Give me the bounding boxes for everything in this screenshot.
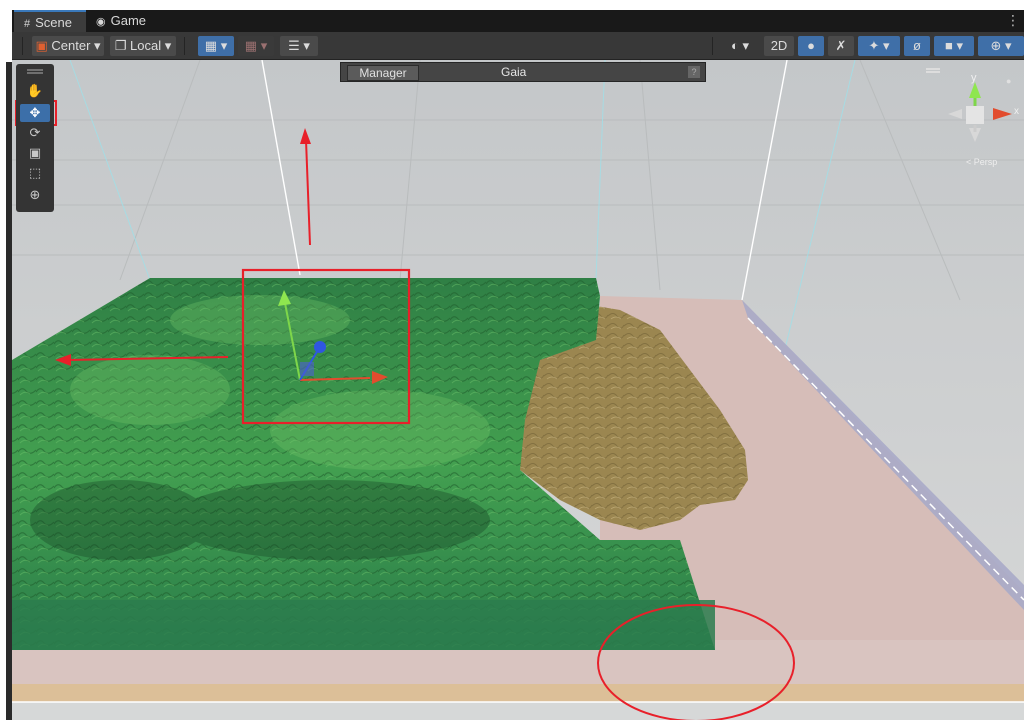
scene-toolbar: ▣ Center ▾ ❐ Local ▾ ▦ ▾ ▦ ▾ ☰ ▾ ◐ ▾ 2D … <box>12 32 1024 60</box>
rect-tool-icon[interactable]: ⬚ <box>20 164 50 182</box>
tab-scene-label: Scene <box>35 15 72 30</box>
tab-menu-icon[interactable]: ⋮ <box>1006 10 1020 30</box>
manager-tab[interactable]: Manager <box>347 65 419 81</box>
toolbar-divider <box>184 37 185 55</box>
unity-scene-view: # Scene ◉ Game ⋮ ▣ Center ▾ ❐ Local ▾ ▦ ▾ … <box>0 0 1024 720</box>
effects-dropdown[interactable]: ✦ ▾ <box>858 36 900 56</box>
game-controller-icon: ◉ <box>96 16 106 28</box>
hidden-objects-toggle[interactable]: ø <box>904 36 930 56</box>
tab-bar: # Scene ◉ Game ⋮ <box>12 10 1024 32</box>
gizmo-menu-icon[interactable] <box>926 68 940 70</box>
snap-bars-icon: ☰ <box>288 38 300 53</box>
hierarchy-edge <box>6 62 12 720</box>
snap-settings-button[interactable]: ☰ ▾ <box>280 36 318 56</box>
toolbar-divider <box>22 37 23 55</box>
mute-audio-icon: ✗ <box>835 38 847 53</box>
shaded-sphere-icon: ◐ <box>731 38 739 53</box>
top-margin <box>0 0 1024 10</box>
gizmo-globe-icon: ⊕ <box>990 38 1002 53</box>
tab-game[interactable]: ◉ Game <box>96 10 166 32</box>
tab-scene[interactable]: # Scene <box>14 10 86 32</box>
scale-tool-icon[interactable]: ▣ <box>20 144 50 162</box>
effects-icon: ✦ <box>868 38 880 53</box>
overlay-grip-icon[interactable] <box>27 69 43 71</box>
perspective-label[interactable]: < Persp <box>966 157 997 167</box>
local-cube-icon: ❐ <box>114 38 127 53</box>
pivot-rotation-dropdown[interactable]: ❐ Local ▾ <box>110 36 176 56</box>
hand-tool-icon[interactable]: ✋ <box>20 82 50 100</box>
lighting-toggle[interactable]: ● <box>798 36 824 56</box>
tools-overlay: ✋ ✥ ⟳ ▣ ⬚ ⊕ <box>16 64 54 212</box>
increment-snap-icon: ▦ <box>244 38 258 53</box>
scene-viewport[interactable]: y x ● <box>12 60 1024 720</box>
move-tool-icon[interactable]: ✥ <box>20 104 50 122</box>
camera-settings-dropdown[interactable]: ■ ▾ <box>934 36 974 56</box>
help-icon[interactable]: ? <box>688 66 700 78</box>
gizmo-y-label: y <box>971 72 977 84</box>
audio-toggle[interactable]: ✗ <box>828 36 854 56</box>
gizmos-dropdown[interactable]: ⊕ ▾ <box>978 36 1024 56</box>
scene-grid-icon: # <box>24 18 31 30</box>
grid-snap-icon: ▦ <box>204 38 218 53</box>
overlay-title: Gaia <box>501 65 527 79</box>
left-panel-edge <box>0 10 12 720</box>
rotate-tool-icon[interactable]: ⟳ <box>20 124 50 142</box>
pivot-mode-label: Center <box>51 38 91 53</box>
tab-game-label: Game <box>110 13 147 28</box>
gaia-manager-overlay: Manager Gaia ? <box>340 62 706 82</box>
draw-mode-dropdown[interactable]: ◐ ▾ <box>720 36 760 56</box>
transform-tool-icon[interactable]: ⊕ <box>20 186 50 204</box>
gizmo-x-label: x <box>1014 106 1019 117</box>
visibility-off-icon: ø <box>913 38 921 53</box>
lock-icon[interactable]: ● <box>1006 76 1011 86</box>
pivot-mode-dropdown[interactable]: ▣ Center ▾ <box>32 36 104 56</box>
toolbar-divider <box>712 37 713 55</box>
pivot-rotation-label: Local <box>130 38 162 53</box>
toggle-2d-button[interactable]: 2D <box>764 36 794 56</box>
pivot-center-icon: ▣ <box>35 38 48 53</box>
grid-snap-toggle[interactable]: ▦ ▾ <box>198 36 234 56</box>
lightbulb-icon: ● <box>807 38 815 53</box>
camera-icon: ■ <box>945 38 953 53</box>
scene-render <box>12 60 1024 720</box>
increment-snap-toggle[interactable]: ▦ ▾ <box>238 36 274 56</box>
